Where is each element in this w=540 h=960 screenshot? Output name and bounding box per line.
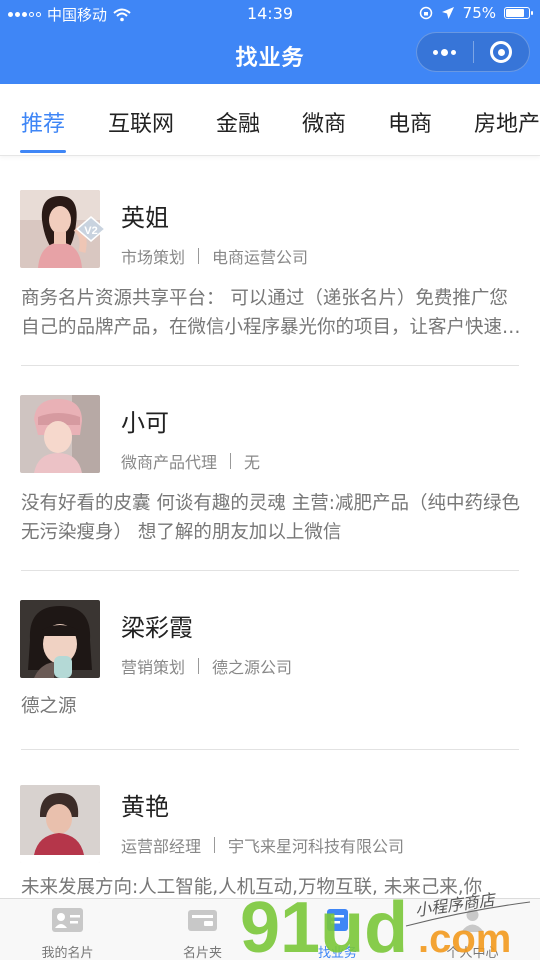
meta-divider <box>198 658 200 674</box>
contact-meta: 市场策划 电商运营公司 <box>121 244 308 268</box>
tab-wechat-business[interactable]: 微商 <box>302 106 346 138</box>
contact-description: 没有好看的皮囊 何谈有趣的灵魂 主营:减肥产品（纯中药绿色无污染瘦身） 想了解的… <box>21 493 520 543</box>
bottom-tab-bar: 我的名片 名片夹 找业务 个人中心 <box>0 898 540 960</box>
mini-program-capsule <box>416 32 530 72</box>
navigation-bar: 找业务 <box>0 28 540 84</box>
svg-text:V2: V2 <box>84 225 97 237</box>
tab-ecommerce[interactable]: 电商 <box>388 106 432 138</box>
status-bar: 中国移动 14:39 75% <box>0 0 540 28</box>
close-button[interactable] <box>474 33 530 71</box>
avatar <box>20 785 100 863</box>
card-holder-icon <box>188 910 217 931</box>
status-right: 75% <box>419 4 533 22</box>
target-close-icon <box>490 41 513 63</box>
more-dots-icon <box>433 48 457 56</box>
list-divider <box>21 365 519 366</box>
meta-divider <box>214 837 216 853</box>
battery-percent: 75% <box>462 4 496 22</box>
contact-meta: 运营部经理 宇飞来星河科技有限公司 <box>121 833 404 857</box>
tab-internet[interactable]: 互联网 <box>108 106 174 138</box>
meta-divider <box>230 453 232 469</box>
avatar <box>20 600 100 678</box>
contact-description: 德之源 <box>21 696 77 717</box>
person-icon <box>461 909 484 932</box>
contact-company: 德之源公司 <box>212 658 293 677</box>
list-divider <box>21 570 519 571</box>
contact-position: 营销策划 <box>121 658 186 677</box>
contact-name: 英姐 <box>121 204 169 232</box>
avatar <box>20 395 100 473</box>
tab-label: 找业务 <box>317 946 357 960</box>
contact-company: 宇飞来星河科技有限公司 <box>228 837 405 856</box>
contact-name: 小可 <box>121 409 169 437</box>
id-card-icon <box>52 908 83 932</box>
contact-meta: 营销策划 德之源公司 <box>121 654 292 678</box>
tab-label: 名片夹 <box>182 946 222 960</box>
list-divider <box>21 749 519 750</box>
meta-divider <box>198 248 200 264</box>
contact-description: 商务名片资源共享平台： 可以通过（递张名片）免费推广您自己的品牌产品，在微信小程… <box>21 288 521 338</box>
contact-name: 梁彩霞 <box>121 614 193 642</box>
contact-position: 运营部经理 <box>121 837 202 856</box>
tab-label: 个人中心 <box>446 946 499 960</box>
contact-position: 市场策划 <box>121 248 186 267</box>
tab-my-card[interactable]: 我的名片 <box>0 899 135 960</box>
active-tab-indicator <box>20 150 66 153</box>
tab-finance[interactable]: 金融 <box>216 106 260 138</box>
location-arrow-icon <box>441 7 454 19</box>
find-business-icon <box>327 909 348 931</box>
tab-find-business[interactable]: 找业务 <box>270 899 405 960</box>
more-button[interactable] <box>417 33 473 71</box>
tab-recommended[interactable]: 推荐 <box>21 106 65 138</box>
contact-name: 黄艳 <box>121 793 169 821</box>
contact-company: 电商运营公司 <box>212 248 309 267</box>
tab-card-holder[interactable]: 名片夹 <box>135 899 270 960</box>
battery-icon <box>504 7 533 19</box>
tab-real-estate[interactable]: 房地产 <box>474 106 540 138</box>
contact-position: 微商产品代理 <box>121 453 218 472</box>
tab-personal-center[interactable]: 个人中心 <box>405 899 540 960</box>
orientation-lock-icon <box>419 6 432 20</box>
category-tabs: 推荐 互联网 金融 微商 电商 房地产 <box>0 84 540 156</box>
contact-company: 无 <box>244 453 261 472</box>
contact-meta: 微商产品代理 无 <box>121 449 260 473</box>
tab-label: 我的名片 <box>41 946 94 960</box>
v2-badge-icon: V2 <box>76 216 106 242</box>
